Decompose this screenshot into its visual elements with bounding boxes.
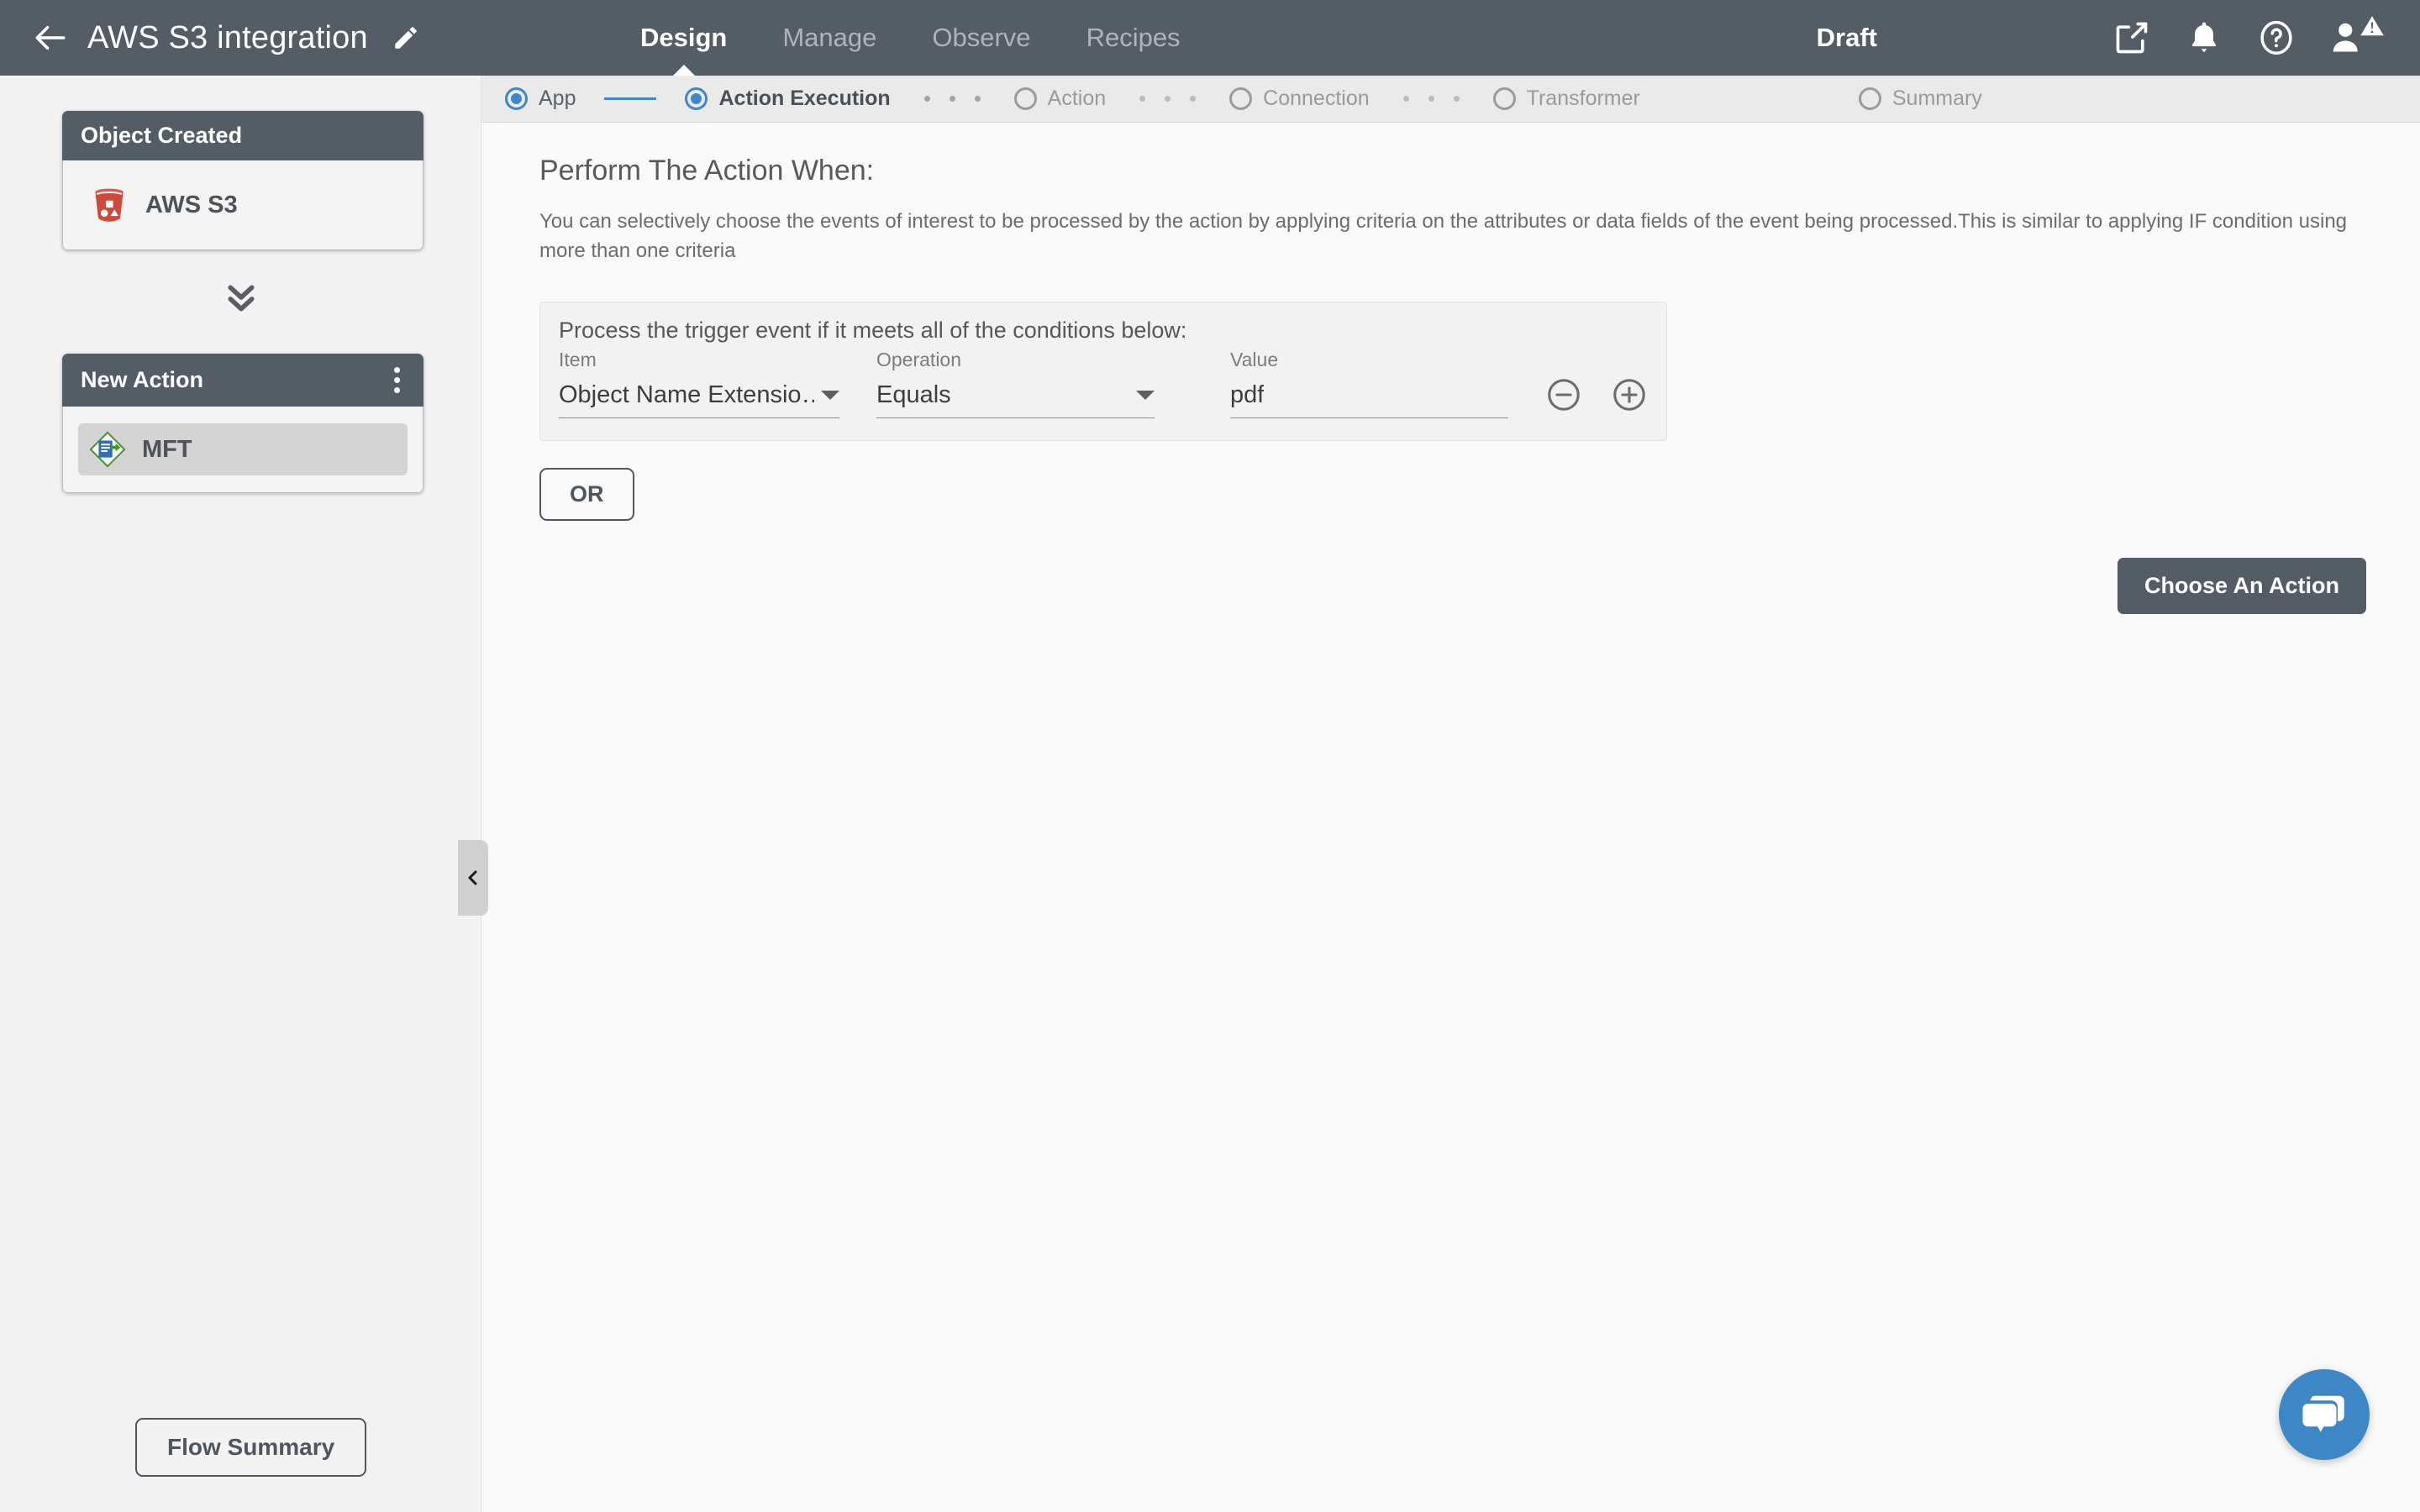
operation-field-label: Operation [876, 348, 962, 370]
item-select-value: Object Name Extensio… [559, 381, 814, 408]
step-summary[interactable]: Summary [1858, 87, 1982, 111]
chat-fab-button[interactable] [2279, 1369, 2370, 1460]
aws-s3-bucket-icon [95, 188, 124, 222]
status-badge: Draft [1816, 23, 1877, 52]
action-node-body: MFT [62, 407, 424, 493]
help-circle-icon[interactable] [2257, 18, 2296, 57]
stepper-connector-dots [1139, 96, 1197, 102]
tab-design[interactable]: Design [639, 0, 729, 76]
avatar[interactable] [2329, 16, 2384, 57]
back-arrow-icon[interactable] [32, 19, 69, 56]
step-transformer-radio-icon [1492, 87, 1516, 110]
double-chevron-down-icon [0, 281, 481, 315]
choose-an-action-button[interactable]: Choose An Action [2118, 557, 2366, 614]
kebab-menu-icon[interactable] [389, 365, 405, 395]
step-action-radio-icon [1013, 87, 1037, 110]
trigger-node-item[interactable]: AWS S3 [78, 177, 408, 233]
wizard-stepper: App Action Execution Action Connection T… [481, 76, 2420, 123]
plus-circle-icon[interactable] [1611, 376, 1648, 413]
condition-row: Item Object Name Extensio… Operation Equ… [559, 349, 1648, 418]
trigger-node-header: Object Created [62, 111, 424, 160]
step-action-execution[interactable]: Action Execution [685, 87, 891, 111]
warning-triangle-icon [2360, 16, 2384, 36]
main-nav-tabs: Design Manage Observe Recipes [639, 0, 1182, 76]
app-header: AWS S3 integration Design Manage Observe… [0, 0, 2420, 76]
step-summary-radio-icon [1858, 87, 1881, 110]
flow-sidebar: Object Created AWS S3 New Action MFT Flo… [0, 76, 481, 1512]
step-summary-label: Summary [1891, 87, 1982, 110]
condition-row-buttons [1545, 376, 1648, 418]
condition-panel: Process the trigger event if it meets al… [539, 301, 1667, 441]
external-link-icon[interactable] [2112, 18, 2151, 57]
minus-circle-icon[interactable] [1545, 376, 1582, 413]
step-action-execution-label: Action Execution [718, 87, 891, 110]
item-field-label: Item [559, 348, 597, 370]
operation-select[interactable]: Equals [876, 381, 1155, 418]
step-app-radio-icon [505, 87, 528, 110]
trigger-node-card[interactable]: Object Created AWS S3 [62, 111, 424, 250]
header-right-group: Draft [1816, 0, 2384, 76]
action-node-item-mft[interactable]: MFT [78, 423, 408, 475]
section-title: Perform The Action When: [539, 155, 875, 186]
step-action-label: Action [1047, 87, 1107, 110]
pencil-icon[interactable] [392, 24, 420, 52]
operation-select-value: Equals [876, 381, 951, 408]
operation-field: Operation Equals [876, 349, 1155, 418]
mft-diamond-icon [89, 431, 126, 468]
action-node-header: New Action [62, 354, 424, 407]
tab-observe[interactable]: Observe [930, 0, 1032, 76]
stepper-connector-dots [923, 96, 981, 102]
chevron-down-icon[interactable] [821, 390, 839, 400]
header-left-group: AWS S3 integration [0, 19, 420, 56]
step-connection-label: Connection [1263, 87, 1370, 110]
main-content: Perform The Action When: You can selecti… [482, 123, 2420, 1512]
stepper-connector-dots [1402, 96, 1460, 102]
step-connection-radio-icon [1229, 87, 1253, 110]
section-description: You can selectively choose the events of… [539, 210, 2348, 262]
step-connection[interactable]: Connection [1229, 87, 1370, 111]
flow-summary-button[interactable]: Flow Summary [135, 1418, 367, 1477]
chevron-left-icon [468, 870, 477, 885]
tab-recipes[interactable]: Recipes [1085, 0, 1182, 76]
value-input[interactable]: pdf [1230, 381, 1508, 418]
value-field: Value pdf [1230, 349, 1508, 418]
condition-panel-title: Process the trigger event if it meets al… [559, 317, 1187, 343]
step-action-execution-radio-icon [685, 87, 708, 110]
step-app[interactable]: App [505, 87, 576, 111]
sidebar-collapse-handle[interactable] [458, 840, 488, 916]
value-field-label: Value [1230, 348, 1279, 370]
action-node-card[interactable]: New Action MFT [62, 354, 424, 493]
step-transformer[interactable]: Transformer [1492, 87, 1640, 111]
chevron-down-icon[interactable] [1136, 390, 1155, 400]
stepper-connector-solid [604, 97, 657, 100]
trigger-node-body: AWS S3 [62, 160, 424, 250]
item-select[interactable]: Object Name Extensio… [559, 381, 839, 418]
tab-manage[interactable]: Manage [781, 0, 878, 76]
value-input-value: pdf [1230, 381, 1265, 408]
step-app-label: App [539, 87, 576, 110]
action-node-title: New Action [81, 367, 204, 392]
step-action[interactable]: Action [1013, 87, 1107, 111]
trigger-node-item-label: AWS S3 [145, 191, 238, 218]
step-transformer-label: Transformer [1526, 87, 1640, 110]
item-field: Item Object Name Extensio… [559, 349, 839, 418]
chat-bubble-icon [2302, 1395, 2344, 1432]
action-node-item-label: MFT [142, 435, 192, 463]
bell-icon[interactable] [2185, 18, 2223, 57]
or-button[interactable]: OR [539, 467, 634, 521]
trigger-node-title: Object Created [81, 123, 243, 148]
page-title: AWS S3 integration [87, 19, 368, 55]
